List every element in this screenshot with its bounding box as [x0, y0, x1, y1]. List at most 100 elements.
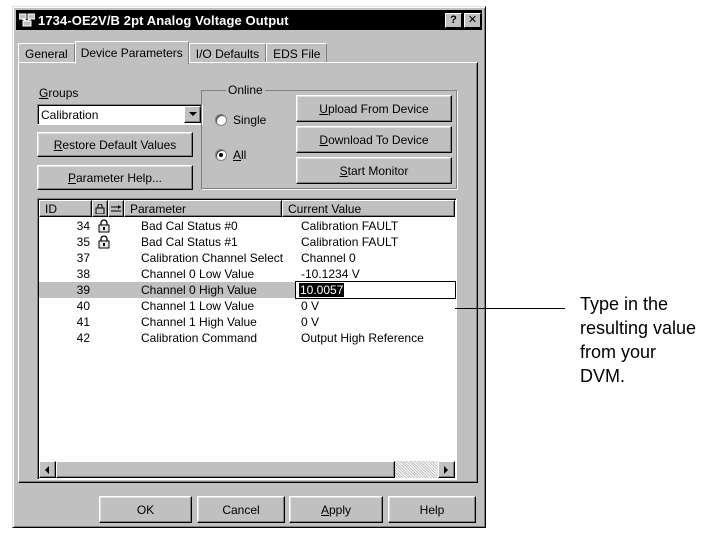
row-parameter: Calibration Command — [141, 331, 258, 345]
row-id: 39 — [76, 283, 90, 297]
row-id: 37 — [76, 251, 90, 265]
row-current-value: 0 V — [301, 315, 320, 329]
help-footer-button[interactable]: Help — [388, 496, 476, 523]
table-row[interactable]: 39 Channel 0 High Value 10.0057 — [39, 281, 456, 299]
callout-line-text: DVM. — [580, 366, 625, 386]
button-label: OK — [136, 502, 155, 517]
dropdown-button[interactable] — [184, 106, 201, 123]
table-row[interactable]: 38 Channel 0 Low Value -10.1234 V — [39, 266, 455, 282]
arrow-right-icon — [444, 465, 448, 474]
button-label: Parameter Help... — [67, 170, 163, 185]
help-button[interactable]: ? — [445, 12, 462, 28]
all-radio[interactable] — [215, 149, 227, 161]
value-edit-field[interactable]: 10.0057 — [295, 281, 456, 299]
arrow-left-icon — [45, 465, 49, 474]
close-button[interactable]: ✕ — [464, 12, 481, 28]
button-label: Upload From Device — [319, 101, 429, 116]
row-id: 42 — [76, 331, 90, 345]
column-header-monitor[interactable] — [108, 200, 124, 217]
column-header-parameter[interactable]: Parameter — [124, 200, 282, 217]
single-radio[interactable] — [215, 114, 227, 126]
tab-strip: General Device Parameters I/O Defaults E… — [18, 41, 328, 64]
row-id: 40 — [76, 299, 90, 313]
row-current-value: 0 V — [301, 299, 320, 313]
groups-label: Groups — [39, 86, 79, 100]
tab-label: I/O Defaults — [195, 46, 260, 61]
button-label: Start Monitor — [339, 163, 409, 178]
online-label: Online — [226, 83, 265, 97]
column-header-lock[interactable] — [92, 200, 108, 217]
callout-line-text: resulting value — [580, 318, 697, 338]
restore-defaults-button[interactable]: Restore Default Values — [37, 132, 193, 157]
tab-label: General — [25, 46, 68, 61]
value-edit-text: 10.0057 — [299, 283, 345, 297]
tab-label: EDS File — [273, 46, 321, 61]
parameter-list[interactable]: ID Parameter Current Value 34 Bad Cal Sta… — [37, 198, 457, 480]
tab-eds-file[interactable]: EDS File — [266, 43, 328, 63]
button-label: Restore Default Values — [53, 137, 177, 152]
lock-icon — [97, 235, 111, 249]
all-radio-label: All — [233, 148, 247, 162]
scroll-thumb[interactable] — [56, 461, 395, 478]
lock-icon — [97, 219, 111, 233]
row-parameter: Bad Cal Status #1 — [141, 235, 238, 249]
table-row[interactable]: 40 Channel 1 Low Value 0 V — [39, 298, 455, 314]
tab-general[interactable]: General — [18, 43, 75, 63]
tab-label: Device Parameters — [80, 46, 183, 60]
row-id: 35 — [76, 235, 90, 249]
list-header: ID Parameter Current Value — [39, 200, 455, 217]
column-header-current-value[interactable]: Current Value — [282, 200, 455, 217]
row-parameter: Bad Cal Status #0 — [141, 219, 238, 233]
window-title: 1734-OE2V/B 2pt Analog Voltage Output — [38, 12, 289, 28]
tab-device-parameters[interactable]: Device Parameters — [74, 41, 189, 64]
button-label: Download To Device — [319, 132, 429, 147]
scroll-right-button[interactable] — [438, 461, 455, 478]
download-to-device-button[interactable]: Download To Device — [296, 126, 452, 153]
table-row[interactable]: 41 Channel 1 High Value 0 V — [39, 314, 455, 330]
table-row[interactable]: 42 Calibration Command Output High Referen… — [39, 330, 455, 346]
groups-selected-value: Calibration — [41, 108, 99, 122]
row-parameter: Channel 1 High Value — [141, 315, 257, 329]
row-current-value: Calibration FAULT — [301, 219, 399, 233]
ok-button[interactable]: OK — [99, 496, 192, 523]
button-label: Cancel — [222, 502, 260, 517]
row-parameter: Channel 0 Low Value — [141, 267, 255, 281]
cancel-button[interactable]: Cancel — [197, 496, 285, 523]
row-current-value: -10.1234 V — [301, 267, 360, 281]
start-monitor-button[interactable]: Start Monitor — [296, 157, 452, 184]
lock-icon — [95, 203, 105, 214]
row-current-value: Output High Reference — [301, 331, 424, 345]
row-id: 34 — [76, 219, 90, 233]
callout-line — [455, 308, 565, 309]
row-parameter: Channel 0 High Value — [141, 283, 257, 297]
table-row[interactable]: 35 Bad Cal Status #1 Calibration FAULT — [39, 234, 455, 250]
app-network-icon — [19, 13, 35, 27]
apply-button[interactable]: Apply — [289, 496, 383, 523]
upload-from-device-button[interactable]: Upload From Device — [296, 95, 452, 122]
table-row[interactable]: 37 Calibration Channel Select Channel 0 — [39, 250, 455, 266]
button-label: Apply — [320, 502, 352, 517]
row-id: 38 — [76, 267, 90, 281]
callout-line-text: from your — [580, 342, 657, 362]
single-radio-label: Single — [233, 113, 267, 127]
callout-line-text: Type in the — [580, 294, 669, 314]
help-icon: ? — [450, 13, 457, 26]
title-bar[interactable]: 1734-OE2V/B 2pt Analog Voltage Output ? … — [16, 10, 482, 30]
callout-annotation: Type in the resulting value from your DV… — [580, 292, 704, 388]
tab-io-defaults[interactable]: I/O Defaults — [188, 43, 267, 63]
monitor-icon — [111, 204, 121, 211]
row-current-value: Calibration FAULT — [301, 235, 399, 249]
button-label: Help — [419, 502, 445, 517]
row-id: 41 — [76, 315, 90, 329]
scroll-left-button[interactable] — [39, 461, 56, 478]
column-header-id[interactable]: ID — [39, 200, 92, 217]
horizontal-scrollbar[interactable] — [39, 461, 455, 478]
row-parameter: Channel 1 Low Value — [141, 299, 255, 313]
table-row[interactable]: 34 Bad Cal Status #0 Calibration FAULT — [39, 218, 455, 234]
row-current-value: Channel 0 — [301, 251, 356, 265]
chevron-down-icon — [188, 112, 197, 116]
close-icon: ✕ — [467, 13, 478, 26]
groups-dropdown[interactable]: Calibration — [37, 104, 203, 125]
parameter-help-button[interactable]: Parameter Help... — [37, 165, 193, 190]
row-parameter: Calibration Channel Select — [141, 251, 284, 265]
